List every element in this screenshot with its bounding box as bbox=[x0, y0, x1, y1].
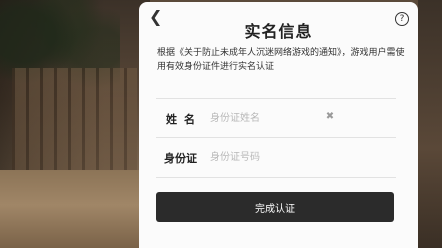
verification-form: 姓名 ✖ 身份证 bbox=[156, 98, 396, 178]
dialog-title: 实名信息 bbox=[244, 22, 313, 41]
name-label: 姓名 bbox=[166, 113, 202, 126]
real-name-dialog: ❮ 实名信息 ? 根据《关于防止未成年人沉迷网络游戏的通知》，游戏用户需使用有效… bbox=[139, 2, 418, 248]
clear-name-button[interactable]: ✖ bbox=[324, 111, 336, 123]
game-background bbox=[0, 0, 150, 248]
background-floor bbox=[0, 170, 150, 248]
close-icon: ✖ bbox=[325, 111, 335, 122]
help-button[interactable]: ? bbox=[395, 12, 409, 26]
id-label: 身份证 bbox=[164, 152, 197, 165]
complete-verification-button[interactable]: 完成认证 bbox=[156, 192, 394, 222]
id-number-input[interactable] bbox=[210, 146, 360, 168]
verification-notice: 根据《关于防止未成年人沉迷网络游戏的通知》，游戏用户需使用有效身份证件进行实名认… bbox=[157, 48, 405, 72]
id-row: 身份证 bbox=[156, 138, 396, 176]
name-row: 姓名 ✖ bbox=[156, 99, 396, 138]
game-background-right bbox=[418, 0, 442, 248]
name-input[interactable] bbox=[210, 107, 360, 129]
